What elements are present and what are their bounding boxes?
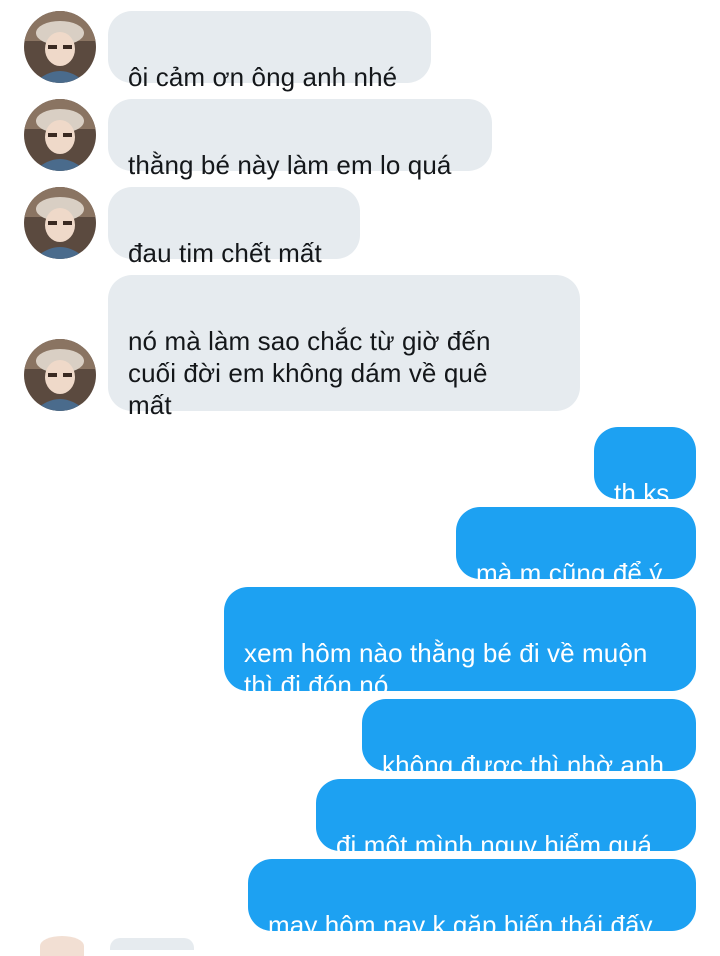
message-text: đau tim chết mất [128,238,322,268]
message-bubble-outgoing[interactable]: may hôm nay k gặp biến thái đấy [248,859,696,940]
avatar-photo-icon [24,339,96,411]
avatar-photo-icon [24,11,96,83]
message-text: đi một mình nguy hiểm quá [336,830,653,860]
message-bubble-outgoing[interactable]: th ks [594,427,696,508]
message-bubble-outgoing[interactable]: mà m cũng để ý [456,507,696,588]
contact-avatar[interactable] [24,187,96,259]
message-text: nó mà làm sao chắc từ giờ đến cuối đời e… [128,326,491,420]
avatar-photo-icon [24,187,96,259]
conversation-thread: ôi cảm ơn ông anh nhé thằng bé này làm e… [0,0,720,956]
contact-avatar[interactable] [24,99,96,171]
message-bubble-outgoing[interactable]: không được thì nhờ anh [362,699,696,780]
message-bubble-outgoing[interactable]: đi một mình nguy hiểm quá [316,779,696,860]
message-bubble-incoming[interactable]: thằng bé này làm em lo quá [108,99,492,180]
message-bubble-incoming[interactable]: nó mà làm sao chắc từ giờ đến cuối đời e… [108,275,580,420]
contact-avatar[interactable] [24,11,96,83]
message-text: mà m cũng để ý [476,558,663,588]
contact-avatar-partial [40,936,84,956]
message-text: may hôm nay k gặp biến thái đấy [268,910,653,940]
message-text: th ks [614,478,670,508]
message-text: thằng bé này làm em lo quá [128,150,452,180]
avatar-photo-icon [24,99,96,171]
message-text: xem hôm nào thằng bé đi về muộn thì đi đ… [244,638,648,700]
message-bubble-outgoing[interactable]: xem hôm nào thằng bé đi về muộn thì đi đ… [224,587,696,700]
contact-avatar[interactable] [24,339,96,411]
message-bubble-incoming-partial [110,938,194,950]
message-bubble-incoming[interactable]: ôi cảm ơn ông anh nhé [108,11,431,92]
message-text: không được thì nhờ anh [382,750,665,780]
message-bubble-incoming[interactable]: đau tim chết mất [108,187,360,268]
message-text: ôi cảm ơn ông anh nhé [128,62,398,92]
